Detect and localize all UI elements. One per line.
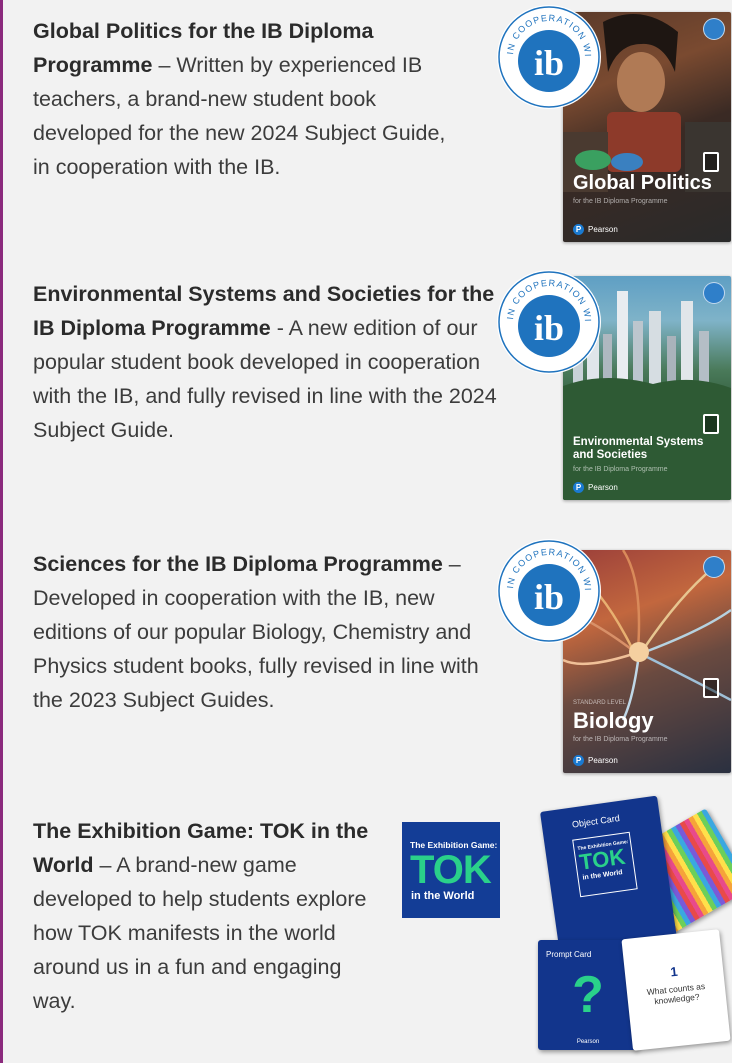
ebook-icon [703,152,719,172]
left-accent-rule [0,0,3,1063]
globe-icon [703,556,725,578]
ebook-icon [703,678,719,698]
question-number: 1 [669,963,679,980]
svg-text:ib: ib [534,308,564,348]
entry-ess: Environmental Systems and Societies for … [33,277,513,447]
prompt-card-label: Prompt Card [546,950,592,959]
entry-body: – Developed in cooperation with the IB, … [33,552,479,712]
cover-title: Environmental Systems and Societies [573,436,704,461]
cover-publisher: P Pearson [573,755,618,766]
ebook-icon [703,414,719,434]
cover-subtitle: for the IB Diploma Programme [573,198,668,205]
question-text: What counts as knowledge? [646,980,706,1007]
question-mark-icon: ? [572,966,604,1024]
entry-title: Sciences for the IB Diploma Programme [33,552,443,576]
svg-text:ib: ib [534,577,564,617]
tok-cover-big-title: TOK [410,848,492,892]
prompt-card-brand: Pearson [576,1039,600,1045]
ib-cooperation-badge: IN COOPERATION WITH ib [493,266,601,374]
object-card-logo: The Exhibition Game: TOK in the World [572,831,638,898]
cover-subtitle: for the IB Diploma Programme [573,466,668,473]
pearson-logo-icon: P [573,224,584,235]
pearson-logo-icon: P [573,482,584,493]
entry-global-politics: Global Politics for the IB Diploma Progr… [33,14,448,184]
cover-title: Global Politics [573,172,712,194]
tok-game-cover: The Exhibition Game: TOK in the World [402,822,500,918]
pearson-logo-icon: P [573,755,584,766]
tok-cover-world: in the World [411,890,475,902]
cover-subtitle: for the IB Diploma Programme [573,736,668,743]
entry-tok-game: The Exhibition Game: TOK in the World – … [33,814,383,1018]
ib-cooperation-badge: IN COOPERATION WITH ib [493,535,601,643]
entry-sciences: Sciences for the IB Diploma Programme – … [33,547,493,717]
cover-publisher: P Pearson [573,482,618,493]
ib-cooperation-badge: IN COOPERATION WITH ib [493,1,601,109]
cover-title: Biology [573,708,654,733]
globe-icon [703,282,725,304]
cover-publisher: P Pearson [573,224,618,235]
object-card-label: Object Card [571,813,621,830]
entry-body: – A brand-new game developed to help stu… [33,853,367,1013]
question-card: 1 What counts as knowledge? [621,929,731,1051]
cover-level: STANDARD LEVEL [573,700,626,706]
svg-text:ib: ib [534,43,564,83]
globe-icon [703,18,725,40]
